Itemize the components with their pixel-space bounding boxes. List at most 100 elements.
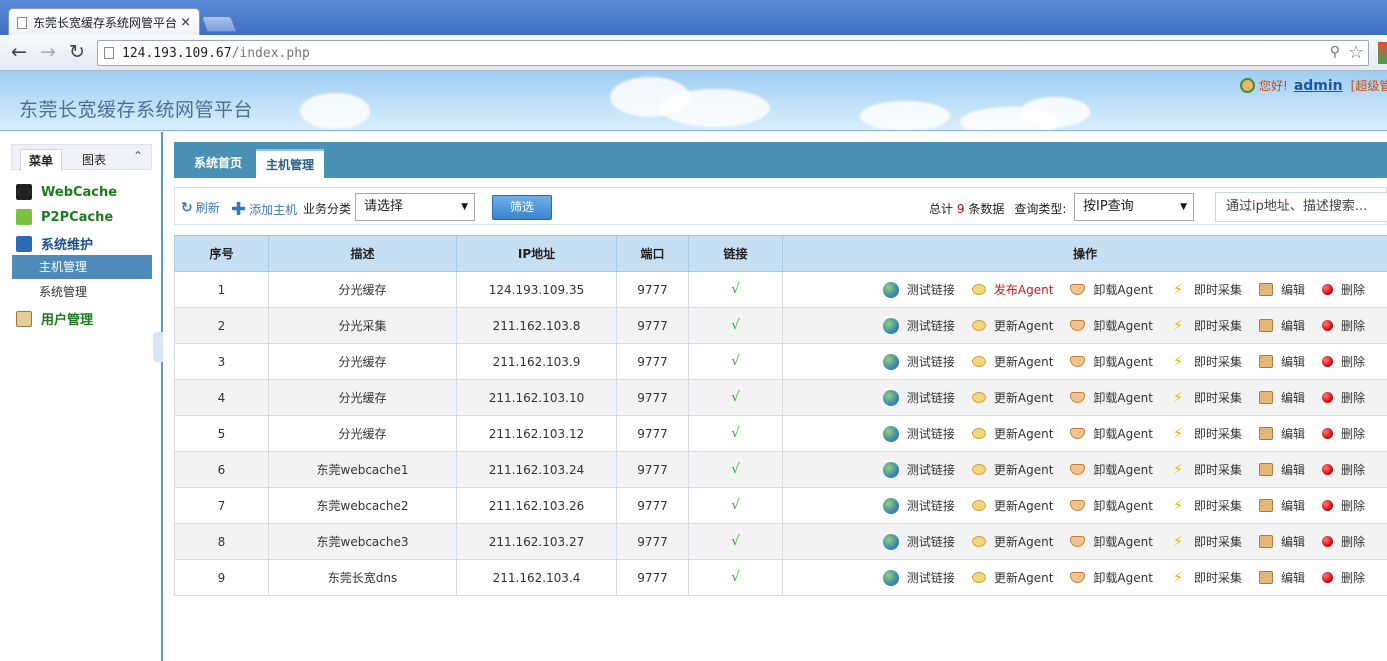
close-tab-icon[interactable]: ×	[180, 15, 191, 30]
agent-action-button[interactable]: 更新Agent	[971, 389, 1053, 406]
back-icon[interactable]: ←	[8, 41, 30, 63]
instant-collect-button[interactable]: ⚡ 即时采集	[1170, 353, 1242, 370]
agent-action-button[interactable]: 更新Agent	[971, 461, 1053, 478]
reload-icon[interactable]: ↻	[66, 41, 88, 63]
agent-action-button[interactable]: 更新Agent	[971, 569, 1054, 586]
unload-agent-button[interactable]: 卸载Agent	[1070, 569, 1153, 586]
op-label: 卸载Agent	[1093, 283, 1153, 297]
test-link-button[interactable]: 测试链接	[882, 497, 955, 514]
tab-menu[interactable]: 菜单	[20, 149, 63, 171]
query-type-value: 按IP查询	[1083, 199, 1134, 214]
test-link-button[interactable]: 测试链接	[882, 461, 955, 478]
agent-action-button[interactable]: 更新Agent	[971, 353, 1053, 370]
test-link-button[interactable]: 测试链接	[882, 353, 955, 370]
delete-button[interactable]: 删除	[1321, 533, 1365, 550]
refresh-label: 刷新	[195, 201, 220, 215]
search-input[interactable]: 通过ip地址、描述搜索...	[1215, 192, 1387, 222]
test-link-button[interactable]: 测试链接	[882, 425, 955, 442]
edit-button[interactable]: 编辑	[1258, 317, 1305, 334]
unload-agent-button[interactable]: 卸载Agent	[1070, 497, 1153, 514]
edit-button[interactable]: 编辑	[1258, 533, 1305, 550]
sidebar-item-webcache[interactable]: WebCache	[16, 184, 117, 200]
unload-agent-button[interactable]: 卸载Agent	[1070, 353, 1153, 370]
sidebar-item-user-management[interactable]: 用户管理	[16, 309, 93, 328]
tab-home[interactable]: 系统首页	[184, 149, 252, 178]
instant-collect-button[interactable]: ⚡ 即时采集	[1170, 281, 1242, 298]
instant-collect-button[interactable]: ⚡ 即时采集	[1170, 389, 1242, 406]
tab-charts[interactable]: 图表	[74, 149, 114, 171]
instant-collect-button[interactable]: ⚡ 即时采集	[1170, 425, 1242, 442]
agent-action-button[interactable]: 更新Agent	[971, 317, 1053, 334]
browser-tabstrip: 东莞长宽缓存系统网管平台 ×	[0, 0, 1387, 36]
username-link[interactable]: admin	[1294, 78, 1343, 94]
delete-button[interactable]: 删除	[1321, 317, 1365, 334]
delete-button[interactable]: 删除	[1321, 425, 1365, 442]
test-link-button[interactable]: 测试链接	[882, 281, 955, 298]
query-type-select[interactable]: 按IP查询 ▼	[1074, 193, 1194, 221]
filter-submit-button[interactable]: 筛选	[492, 195, 552, 220]
instant-collect-button[interactable]: ⚡ 即时采集	[1170, 533, 1242, 550]
filter-bar: ↻ 刷新 ✚ 添加主机 业务分类 请选择 ▼ 筛选 总计 9 条数据 查询类型: …	[174, 187, 1387, 225]
agent-action-button[interactable]: 更新Agent	[971, 425, 1053, 442]
test-link-button[interactable]: 测试链接	[882, 533, 955, 550]
unload-agent-button[interactable]: 卸载Agent	[1070, 317, 1153, 334]
edit-button[interactable]: 编辑	[1258, 425, 1305, 442]
row-ops: 测试链接 更新Agent 卸载Agent ⚡ 即时采集 编辑 删除	[782, 487, 1387, 524]
forward-icon[interactable]: →	[37, 41, 59, 63]
globe-icon	[882, 497, 899, 514]
extension-icon[interactable]	[1378, 42, 1387, 64]
instant-collect-button[interactable]: ⚡ 即时采集	[1170, 569, 1242, 586]
test-link-button[interactable]: 测试链接	[882, 389, 955, 406]
delete-button[interactable]: 删除	[1321, 389, 1365, 406]
globe-icon	[882, 569, 899, 586]
op-label: 更新Agent	[993, 571, 1054, 585]
test-link-button[interactable]: 测试链接	[882, 317, 955, 334]
sidebar-item-host-management[interactable]: 主机管理	[12, 255, 152, 279]
row-ip: 211.162.103.8	[456, 307, 617, 344]
test-link-button[interactable]: 测试链接	[882, 569, 955, 586]
instant-collect-button[interactable]: ⚡ 即时采集	[1170, 497, 1242, 514]
wrench-icon[interactable]: ⚲	[1330, 44, 1340, 60]
unload-agent-button[interactable]: 卸载Agent	[1070, 461, 1153, 478]
refresh-button[interactable]: ↻ 刷新	[181, 199, 220, 216]
speech-bubble-icon	[971, 392, 986, 403]
browser-tab[interactable]: 东莞长宽缓存系统网管平台 ×	[8, 8, 200, 36]
speech-bubble-icon	[971, 572, 986, 583]
edit-button[interactable]: 编辑	[1258, 569, 1305, 586]
unload-agent-button[interactable]: 卸载Agent	[1070, 389, 1153, 406]
edit-button[interactable]: 编辑	[1258, 461, 1305, 478]
bookmark-star-icon[interactable]: ☆	[1348, 42, 1364, 63]
op-label: 测试链接	[906, 463, 955, 477]
sidebar-toggle-handle[interactable]	[153, 332, 163, 362]
sidebar-item-p2pcache[interactable]: P2PCache	[16, 209, 113, 225]
address-bar[interactable]: 124.193.109.67/index.php ⚲ ☆	[97, 40, 1369, 66]
tab-host-management[interactable]: 主机管理	[256, 149, 325, 178]
edit-button[interactable]: 编辑	[1258, 497, 1305, 514]
unload-agent-button[interactable]: 卸载Agent	[1070, 425, 1153, 442]
delete-button[interactable]: 删除	[1321, 497, 1365, 514]
delete-button[interactable]: 删除	[1321, 353, 1365, 370]
agent-action-button[interactable]: 更新Agent	[971, 497, 1053, 514]
speech-bubble-icon	[971, 464, 986, 475]
row-desc: 分光缓存	[268, 271, 457, 308]
globe-icon	[882, 461, 899, 478]
delete-button[interactable]: 删除	[1321, 281, 1365, 298]
delete-button[interactable]: 删除	[1321, 569, 1365, 586]
new-tab-button[interactable]	[201, 16, 237, 32]
instant-collect-button[interactable]: ⚡ 即时采集	[1170, 317, 1242, 334]
edit-button[interactable]: 编辑	[1258, 389, 1305, 406]
unload-agent-button[interactable]: 卸载Agent	[1070, 533, 1153, 550]
edit-button[interactable]: 编辑	[1258, 281, 1305, 298]
category-select[interactable]: 请选择 ▼	[355, 193, 475, 221]
instant-collect-button[interactable]: ⚡ 即时采集	[1170, 461, 1242, 478]
agent-action-button[interactable]: 更新Agent	[971, 533, 1053, 550]
agent-action-button[interactable]: 发布Agent	[971, 281, 1053, 298]
edit-button[interactable]: 编辑	[1258, 353, 1305, 370]
collapse-icon[interactable]: ⌃	[133, 149, 143, 163]
sidebar-item-system-management[interactable]: 系统管理	[12, 280, 152, 304]
unload-agent-button[interactable]: 卸载Agent	[1070, 281, 1153, 298]
delete-button[interactable]: 删除	[1321, 461, 1365, 478]
add-host-button[interactable]: ✚ 添加主机	[231, 199, 297, 220]
op-label: 卸载Agent	[1093, 391, 1153, 405]
sidebar-item-system-maintenance[interactable]: 系统维护	[16, 234, 93, 253]
